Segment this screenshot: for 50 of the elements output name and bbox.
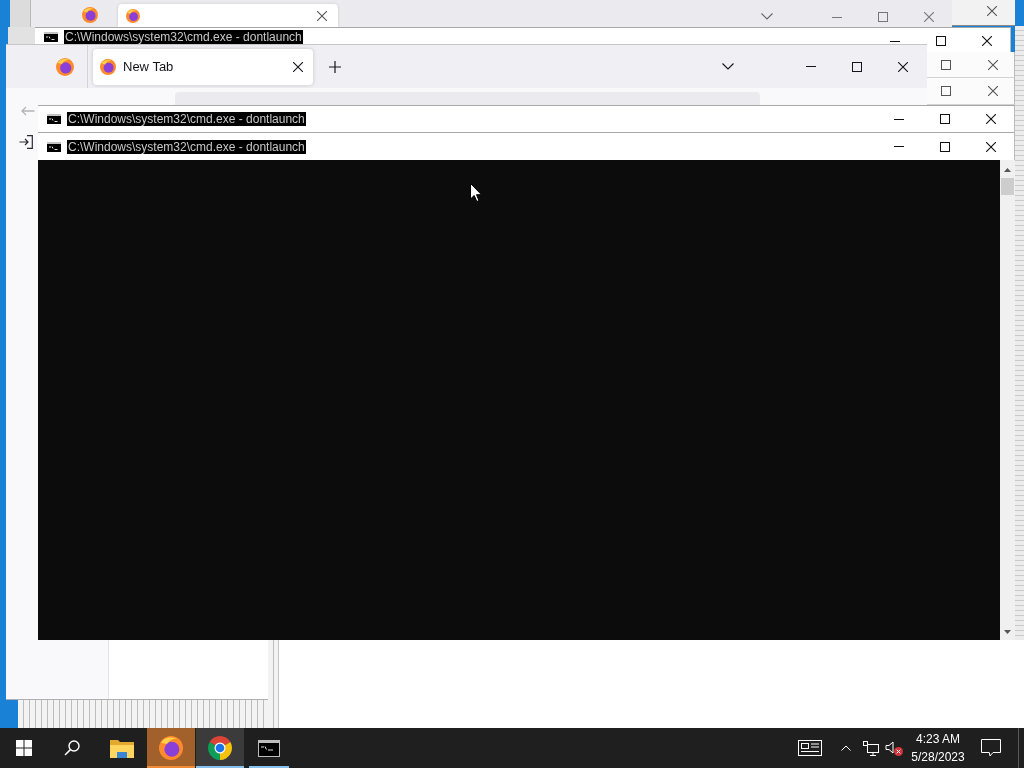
chevron-down-icon[interactable] (722, 63, 734, 70)
console-icon (258, 739, 280, 757)
volume-muted-icon[interactable] (885, 740, 903, 756)
browser-logo-icon (100, 58, 116, 75)
scrollbar-thumb[interactable] (1001, 178, 1014, 195)
close-icon[interactable] (317, 10, 327, 21)
close-icon[interactable] (898, 61, 908, 72)
maximize-icon[interactable] (940, 114, 950, 124)
close-icon[interactable] (987, 5, 997, 16)
window-title: C:\Windows\system32\cmd.exe - dontlaunch (67, 139, 306, 154)
maximize-icon[interactable] (940, 141, 950, 152)
address-field[interactable] (175, 92, 760, 105)
notifications-icon[interactable] (981, 739, 1001, 757)
windows-logo-icon (16, 740, 32, 756)
maximize-icon[interactable] (941, 59, 951, 70)
window-edges-drawing (8, 27, 35, 44)
taskbar-button[interactable] (196, 728, 244, 768)
minimize-icon[interactable] (894, 118, 904, 120)
minimize-icon[interactable] (890, 40, 900, 42)
close-icon[interactable] (986, 141, 996, 152)
close-icon[interactable] (988, 86, 998, 96)
mouse-cursor-icon (470, 183, 482, 202)
clock-button[interactable]: 4:23 AM 5/28/2023 (905, 728, 971, 768)
close-icon[interactable] (982, 36, 992, 46)
browser-tab[interactable]: New Tab (93, 48, 313, 85)
maximize-icon[interactable] (936, 36, 946, 46)
window-title: C:\Windows\system32\cmd.exe - dontlaunch (64, 30, 303, 44)
network-icon[interactable] (863, 740, 879, 756)
browser-logo-icon (126, 8, 140, 23)
scroll-up-icon[interactable] (1004, 168, 1011, 172)
chevron-up-icon[interactable] (841, 745, 851, 751)
plus-icon[interactable] (329, 60, 341, 73)
browser-logo-icon[interactable] (82, 7, 98, 23)
console-icon (44, 32, 58, 42)
close-icon[interactable] (986, 114, 996, 124)
maximize-icon[interactable] (941, 86, 951, 96)
console-icon (47, 114, 61, 124)
search-icon (64, 740, 80, 756)
close-icon[interactable] (988, 59, 998, 70)
window-title: C:\Windows\system32\cmd.exe - dontlaunch (67, 112, 306, 126)
news-icon[interactable] (798, 740, 822, 756)
console-icon (47, 141, 61, 152)
sign-in-icon[interactable] (19, 135, 33, 149)
ring-logo-icon (208, 736, 232, 760)
folder-icon (110, 738, 134, 758)
browser-logo-icon[interactable] (56, 57, 74, 76)
browser-logo-icon (159, 736, 183, 760)
maximize-icon[interactable] (852, 61, 862, 72)
scroll-down-icon[interactable] (1004, 630, 1011, 634)
close-icon[interactable] (293, 61, 303, 72)
